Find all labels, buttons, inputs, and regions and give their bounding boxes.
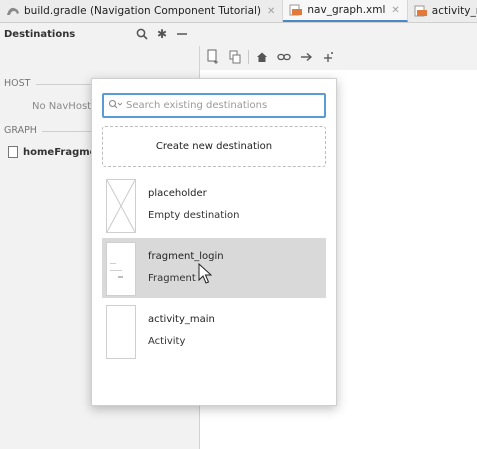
destination-kind: Activity	[148, 336, 186, 347]
panel-title: Destinations	[4, 29, 76, 40]
create-new-destination-button[interactable]: Create new destination	[102, 126, 326, 167]
search-icon[interactable]	[134, 26, 150, 42]
create-label: Create new destination	[155, 141, 273, 152]
tab-label: build.gradle (Navigation Component Tutor…	[24, 5, 262, 17]
gear-icon[interactable]: ✱	[154, 26, 170, 42]
activity-thumbnail	[106, 305, 136, 359]
nested-graph-icon[interactable]	[226, 48, 244, 66]
tab-nav-graph[interactable]: nav_graph.xml ✕	[283, 0, 408, 22]
search-destinations-input[interactable]	[126, 100, 306, 111]
destination-kind: Fragment	[148, 273, 196, 284]
tab-label: nav_graph.xml	[307, 4, 386, 16]
graph-item-label: homeFragmer	[23, 146, 102, 158]
fragment-thumbnail	[106, 242, 136, 296]
mouse-cursor-icon	[198, 262, 213, 289]
close-icon[interactable]: ✕	[267, 6, 275, 17]
no-navhost-text: No NavHostl	[32, 101, 94, 112]
new-destination-icon[interactable]	[204, 48, 222, 66]
destination-name: activity_main	[148, 314, 215, 325]
xml-file-icon	[289, 4, 303, 16]
destination-name: placeholder	[148, 188, 207, 199]
minimize-icon[interactable]	[174, 26, 190, 42]
gradle-file-icon	[6, 5, 20, 17]
home-icon[interactable]	[253, 48, 271, 66]
destination-item-placeholder[interactable]: placeholder Empty destination	[102, 175, 326, 235]
graph-section-label: GRAPH	[4, 125, 37, 136]
auto-arrange-icon[interactable]	[319, 48, 337, 66]
link-icon[interactable]	[275, 48, 293, 66]
xml-file-icon	[414, 5, 428, 17]
editor-tab-bar: build.gradle (Navigation Component Tutor…	[0, 0, 477, 23]
section-divider	[42, 131, 91, 132]
search-field[interactable]	[102, 93, 326, 118]
tab-activity-main[interactable]: activity_main.xm	[408, 0, 477, 22]
graph-item-home-fragment[interactable]: homeFragmer	[8, 146, 101, 158]
destination-item-activity-main[interactable]: activity_main Activity	[102, 301, 326, 361]
destination-item-fragment-login[interactable]: fragment_login Fragment	[102, 238, 326, 298]
destination-picker-popup: Create new destination placeholder Empty…	[91, 78, 337, 406]
tab-label: activity_main.xm	[431, 5, 477, 17]
tab-build-gradle[interactable]: build.gradle (Navigation Component Tutor…	[0, 0, 284, 22]
document-icon	[8, 146, 18, 158]
destinations-header: Destinations ✱	[0, 24, 200, 46]
close-icon[interactable]: ✕	[391, 5, 399, 16]
host-section-label: HOST	[4, 78, 31, 89]
search-icon	[104, 99, 126, 112]
destination-kind: Empty destination	[148, 210, 240, 221]
placeholder-thumbnail	[106, 179, 136, 233]
section-divider	[36, 84, 91, 85]
graph-toolbar	[204, 48, 337, 66]
arrow-right-icon[interactable]	[297, 48, 315, 66]
toolbar-separator	[248, 50, 249, 64]
destination-name: fragment_login	[148, 251, 224, 262]
